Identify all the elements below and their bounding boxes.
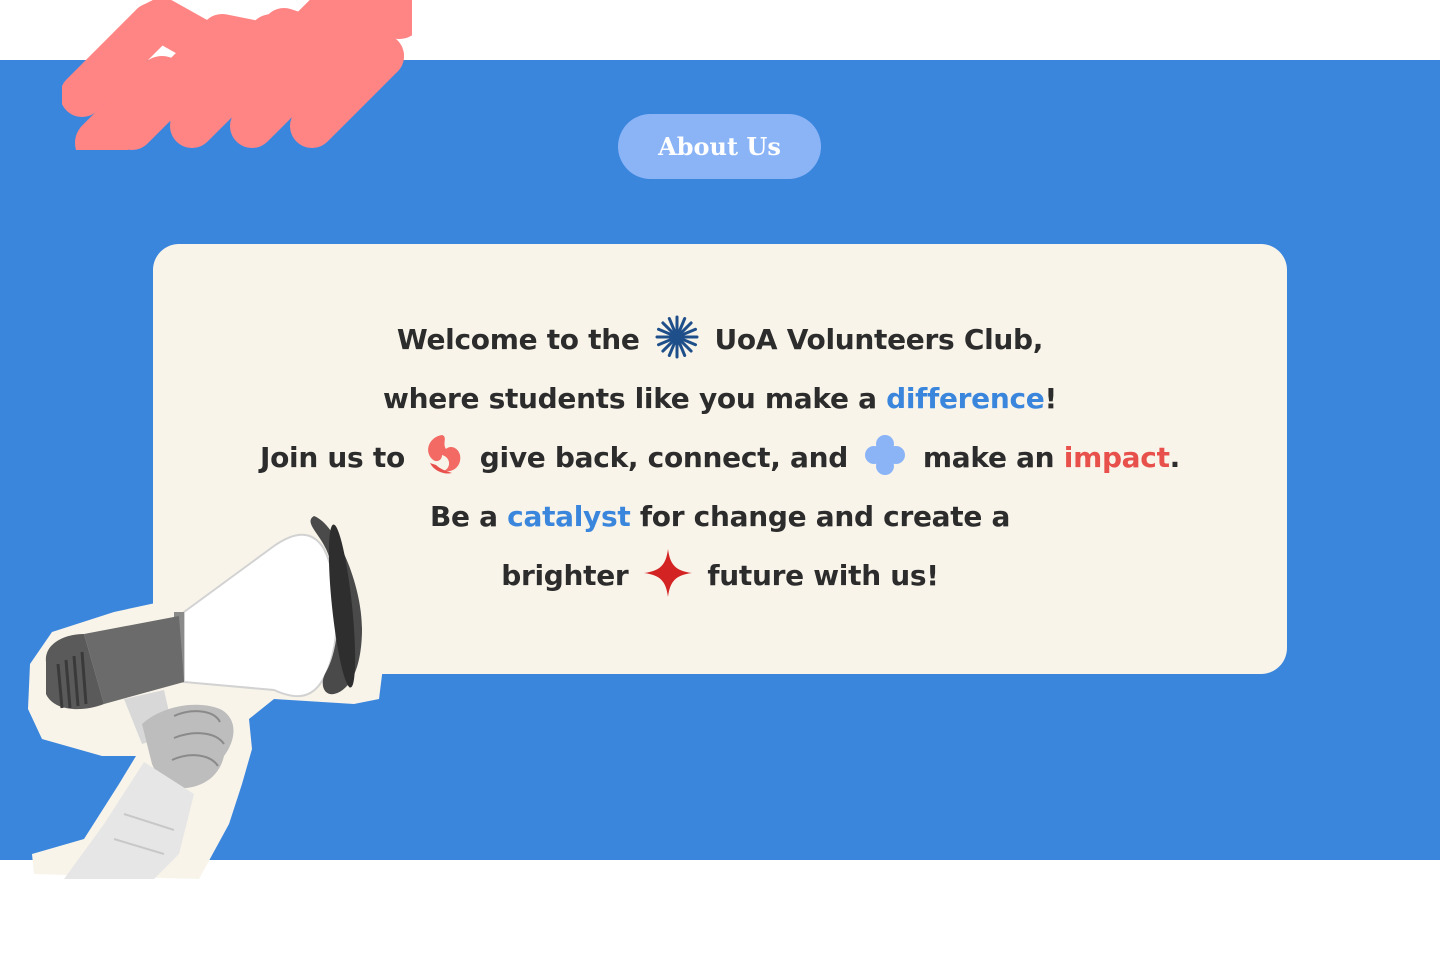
give-back-text: give back, connect, and — [479, 441, 849, 474]
brighter-text: brighter — [501, 559, 629, 592]
welcome-text: Welcome to the — [396, 323, 640, 356]
difference-highlight: difference — [886, 382, 1045, 415]
future-text: future with us! — [707, 559, 939, 592]
make-an-text: make an — [922, 441, 1055, 474]
megaphone-icon — [28, 494, 384, 879]
starburst-icon — [655, 315, 699, 359]
period-text: . — [1169, 441, 1181, 474]
squiggle-decoration — [62, 0, 412, 150]
for-change-text: for change and create a — [639, 500, 1011, 533]
exclamation-text: ! — [1044, 382, 1057, 415]
sparkle-icon — [643, 549, 692, 597]
be-a-text: Be a — [429, 500, 498, 533]
about-us-button[interactable]: About Us — [618, 114, 821, 179]
swirl-icon — [420, 433, 464, 477]
catalyst-highlight: catalyst — [507, 500, 631, 533]
club-name-text: UoA Volunteers Club, — [714, 323, 1044, 356]
join-text: Join us to — [259, 441, 405, 474]
join-line: Join us to give back, connect, and make … — [153, 428, 1287, 487]
impact-highlight: impact — [1063, 441, 1170, 474]
welcome-line: Welcome to the UoA Volunteers Club, — [153, 310, 1287, 369]
clover-icon — [863, 433, 907, 477]
difference-line: where students like you make a differenc… — [153, 369, 1287, 428]
students-text: where students like you make a — [383, 382, 877, 415]
